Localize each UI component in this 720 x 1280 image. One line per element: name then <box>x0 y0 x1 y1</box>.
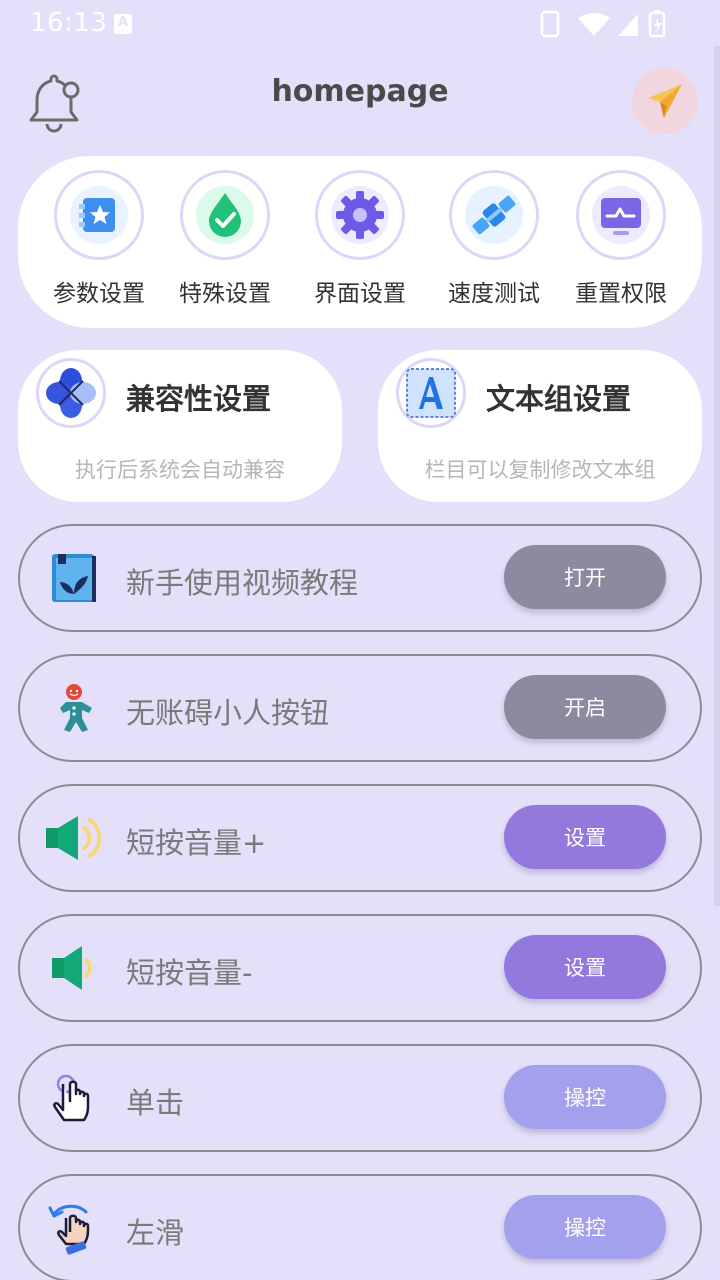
gingerbread-icon <box>60 684 92 732</box>
row-label: 左滑 <box>126 1216 185 1250</box>
volume-up-setting-button[interactable]: 设置 <box>504 805 666 869</box>
paper-plane-icon <box>648 84 682 118</box>
swipe-hand-icon <box>48 1204 90 1255</box>
setting-label: 特殊设置 <box>179 281 271 307</box>
status-time: 16:13 <box>30 8 108 38</box>
setting-label: 参数设置 <box>53 281 145 307</box>
tap-control-button[interactable]: 操控 <box>504 1065 666 1129</box>
card-ring <box>396 358 466 428</box>
volume-down-icon <box>52 946 92 990</box>
row-accessibility-button: 无账碍小人按钮 开启 <box>18 654 702 762</box>
volume-down-setting-button[interactable]: 设置 <box>504 935 666 999</box>
card-title: 兼容性设置 <box>126 382 272 416</box>
setting-reset-permission[interactable]: 重置权限 <box>556 170 686 308</box>
setting-special[interactable]: 特殊设置 <box>160 170 290 308</box>
row-swipe-left: 左滑 操控 <box>18 1174 702 1280</box>
notification-a-icon <box>114 14 132 34</box>
satellite-icon <box>465 186 523 244</box>
open-button[interactable]: 打开 <box>504 545 666 609</box>
letter-a-icon <box>406 368 456 418</box>
setting-label: 速度测试 <box>448 281 540 307</box>
row-label: 新手使用视频教程 <box>126 566 359 600</box>
gear-icon <box>331 186 389 244</box>
card-subtitle: 执行后系统会自动兼容 <box>75 458 285 482</box>
row-volume-down: 短按音量- 设置 <box>18 914 702 1022</box>
setting-interface[interactable]: 界面设置 <box>295 170 425 308</box>
row-label: 短按音量- <box>126 956 253 990</box>
send-button[interactable] <box>632 68 698 134</box>
enable-button[interactable]: 开启 <box>504 675 666 739</box>
setting-label: 重置权限 <box>575 281 667 307</box>
setting-ring <box>449 170 539 260</box>
setting-ring <box>54 170 144 260</box>
row-volume-up: 短按音量+ 设置 <box>18 784 702 892</box>
setting-speed-test[interactable]: 速度测试 <box>429 170 559 308</box>
row-label: 无账碍小人按钮 <box>126 696 330 730</box>
setting-ring <box>180 170 270 260</box>
checkmark-drop-icon <box>196 186 254 244</box>
card-title: 文本组设置 <box>486 382 632 416</box>
row-label: 单击 <box>126 1086 185 1120</box>
setting-ring <box>315 170 405 260</box>
setting-params[interactable]: 参数设置 <box>34 170 164 308</box>
row-single-tap: 单击 操控 <box>18 1044 702 1152</box>
screen: 16:13 homepage <box>0 0 720 1280</box>
setting-label: 界面设置 <box>314 281 406 307</box>
tap-hand-icon <box>53 1074 90 1122</box>
swipe-control-button[interactable]: 操控 <box>504 1195 666 1259</box>
text-group-card[interactable]: 文本组设置 栏目可以复制修改文本组 <box>378 350 702 502</box>
row-video-tutorial: 新手使用视频教程 打开 <box>18 524 702 632</box>
monitor-icon <box>592 186 650 244</box>
compatibility-card[interactable]: 兼容性设置 执行后系统会自动兼容 <box>18 350 342 502</box>
status-bar: 16:13 <box>0 0 720 48</box>
scrollbar[interactable] <box>714 46 720 906</box>
setting-ring <box>576 170 666 260</box>
status-icons <box>540 10 666 38</box>
star-card-icon <box>70 186 128 244</box>
row-label: 短按音量+ <box>126 826 267 860</box>
settings-card: 参数设置 特殊设置 界面设置 速度测试 重置权限 <box>18 156 702 328</box>
petals-icon <box>46 368 96 418</box>
card-subtitle: 栏目可以复制修改文本组 <box>424 458 656 482</box>
volume-up-icon <box>46 816 102 860</box>
page-title: homepage <box>271 74 449 109</box>
book-icon <box>52 554 96 602</box>
card-ring <box>36 358 106 428</box>
